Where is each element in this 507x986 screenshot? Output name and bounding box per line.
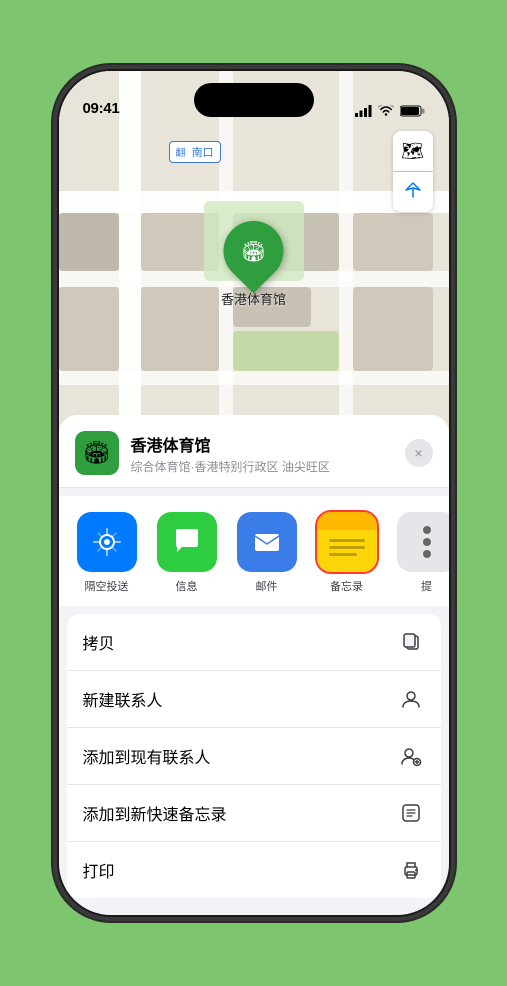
- share-item-more[interactable]: 提: [387, 512, 449, 594]
- map-location-label: 翻 南口: [169, 141, 221, 163]
- copy-icon: [397, 628, 425, 656]
- quick-note-icon: [397, 799, 425, 827]
- map-location-button[interactable]: [393, 172, 433, 212]
- airdrop-label: 隔空投送: [85, 578, 129, 594]
- add-contact-label: 添加到现有联系人: [83, 744, 211, 768]
- venue-icon: 🏟: [75, 431, 119, 475]
- stadium-icon: 🏟: [241, 239, 266, 264]
- status-icons: [355, 105, 425, 117]
- mail-icon: [237, 512, 297, 572]
- pin-circle: 🏟: [211, 209, 296, 294]
- notes-icon: [317, 512, 377, 572]
- copy-label: 拷贝: [83, 630, 115, 654]
- more-label: 提: [421, 578, 432, 594]
- message-label: 信息: [176, 578, 198, 594]
- action-add-quick-note[interactable]: 添加到新快速备忘录: [67, 785, 441, 842]
- map-pin: 🏟 香港体育馆: [221, 221, 286, 308]
- share-item-mail[interactable]: 邮件: [227, 512, 307, 594]
- print-label: 打印: [83, 858, 115, 882]
- new-contact-icon: [397, 685, 425, 713]
- status-time: 09:41: [83, 100, 120, 117]
- pin-inner: 🏟: [232, 230, 274, 272]
- action-add-to-contact[interactable]: 添加到现有联系人: [67, 728, 441, 785]
- map-layers-button[interactable]: 🗺: [393, 131, 433, 171]
- close-button[interactable]: ×: [405, 439, 433, 467]
- more-icon: [397, 512, 449, 572]
- dynamic-island: [194, 83, 314, 117]
- signal-icon: [355, 105, 372, 117]
- print-icon: [397, 856, 425, 884]
- share-row: 隔空投送 信息 邮件: [59, 496, 449, 606]
- action-copy[interactable]: 拷贝: [67, 614, 441, 671]
- map-layers-icon: 🗺: [401, 141, 424, 162]
- action-print[interactable]: 打印: [67, 842, 441, 898]
- sheet-header: 🏟 香港体育馆 综合体育馆·香港特别行政区 油尖旺区 ×: [59, 415, 449, 488]
- share-item-notes[interactable]: 备忘录: [307, 512, 387, 594]
- quick-note-label: 添加到新快速备忘录: [83, 801, 227, 825]
- map-controls[interactable]: 🗺: [393, 131, 433, 212]
- venue-name: 香港体育馆: [131, 432, 393, 456]
- share-item-message[interactable]: 信息: [147, 512, 227, 594]
- action-new-contact[interactable]: 新建联系人: [67, 671, 441, 728]
- mail-label: 邮件: [256, 578, 278, 594]
- venue-subtitle: 综合体育馆·香港特别行政区 油尖旺区: [131, 458, 393, 475]
- airdrop-icon: [77, 512, 137, 572]
- location-arrow-icon: [404, 181, 422, 204]
- phone-frame: 09:41: [59, 71, 449, 915]
- venue-info: 香港体育馆 综合体育馆·香港特别行政区 油尖旺区: [131, 432, 393, 475]
- bottom-sheet: 🏟 香港体育馆 综合体育馆·香港特别行政区 油尖旺区 ×: [59, 415, 449, 915]
- add-contact-icon: [397, 742, 425, 770]
- battery-icon: [400, 105, 425, 117]
- close-icon: ×: [414, 445, 422, 461]
- notes-label: 备忘录: [330, 578, 363, 594]
- message-icon: [157, 512, 217, 572]
- action-list: 拷贝 新建联系人 添: [67, 614, 441, 898]
- new-contact-label: 新建联系人: [83, 687, 163, 711]
- venue-stadium-icon: 🏟: [83, 440, 111, 466]
- wifi-icon: [378, 105, 394, 117]
- share-item-airdrop[interactable]: 隔空投送: [67, 512, 147, 594]
